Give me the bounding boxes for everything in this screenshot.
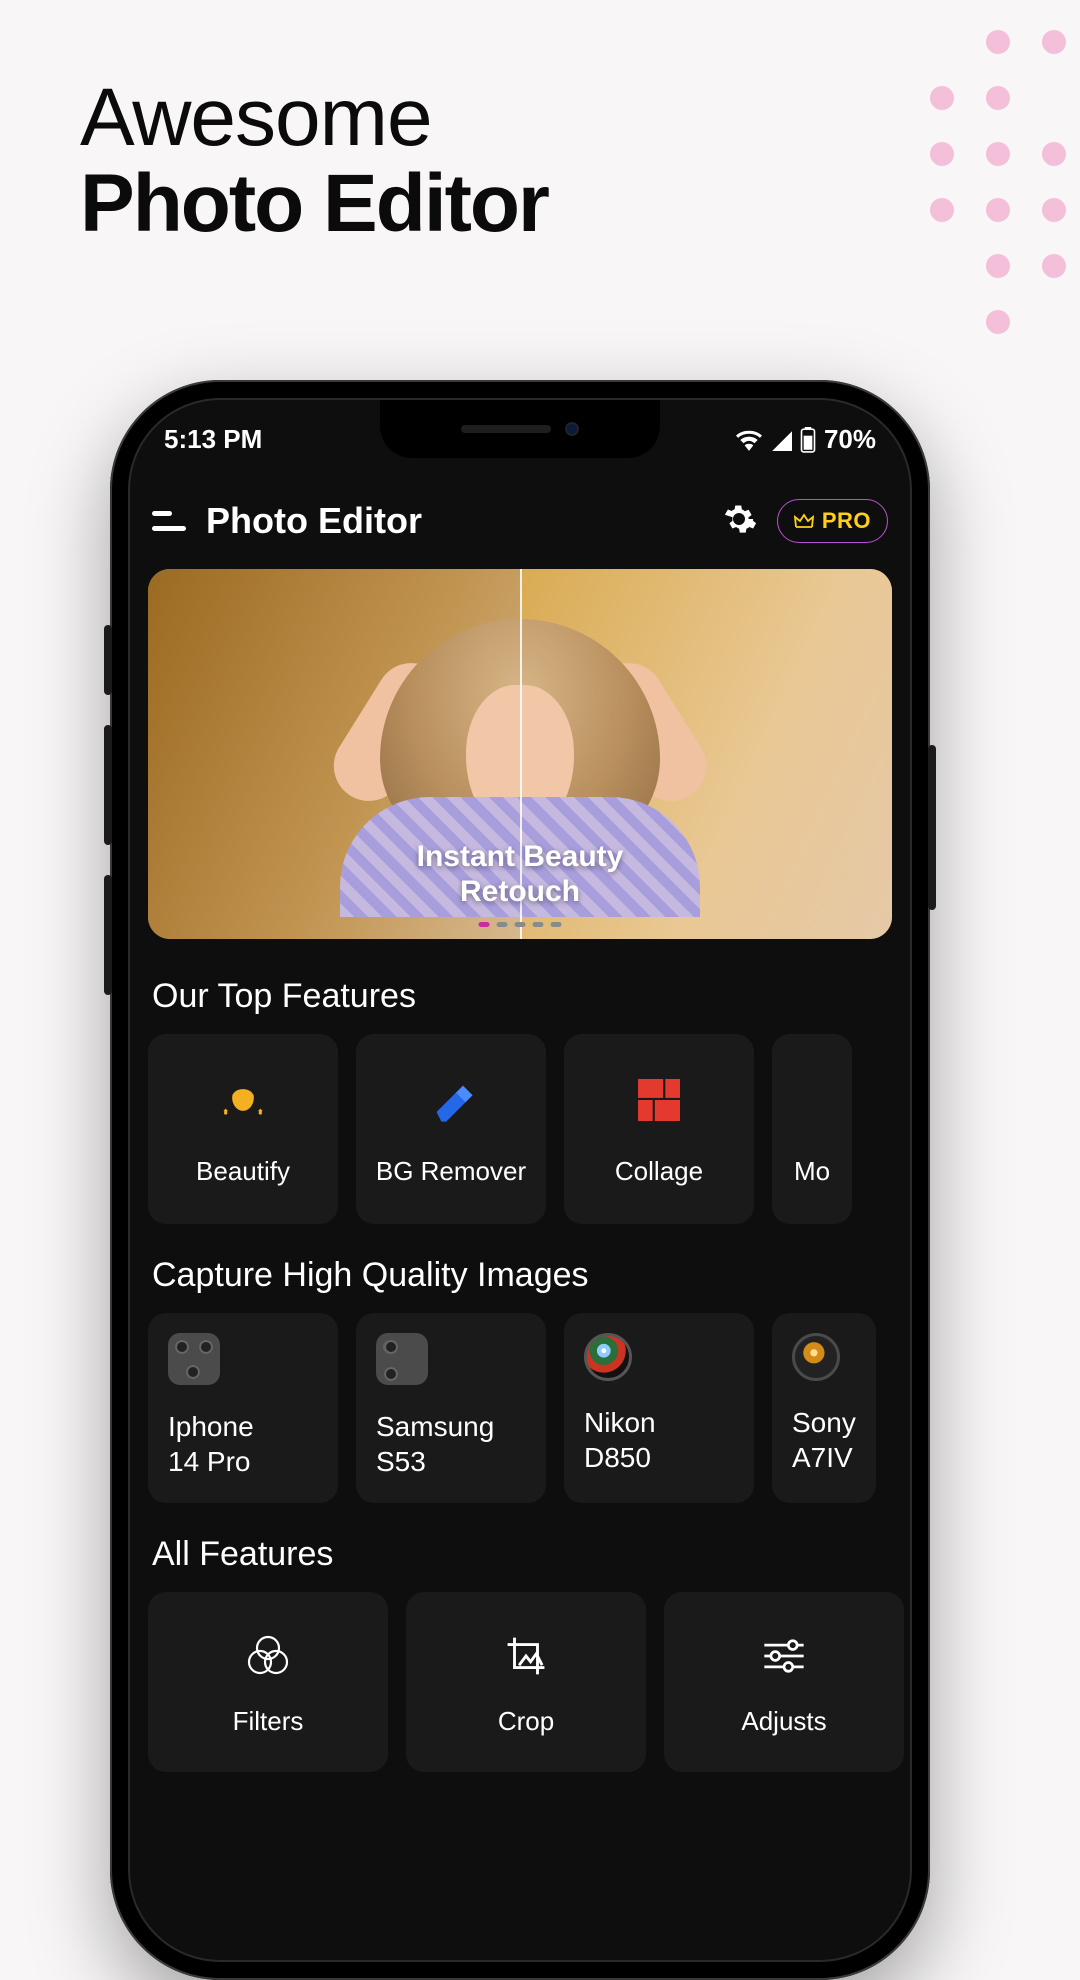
phone-mockup: 5:13 PM 70% Photo Editor PRO: [110, 380, 930, 1980]
feature-filters[interactable]: Filters: [148, 1592, 388, 1772]
eraser-icon: [427, 1072, 475, 1128]
signal-icon: [770, 429, 792, 451]
pro-button[interactable]: PRO: [777, 499, 888, 543]
adjusts-icon: [760, 1628, 808, 1684]
top-features-row: Beautify BG Remover Collage Mo: [130, 1034, 910, 1224]
camera-iphone[interactable]: Iphone14 Pro: [148, 1313, 338, 1503]
battery-icon: [800, 427, 816, 453]
section-capture: Capture High Quality Images: [130, 1224, 910, 1313]
camera-nikon[interactable]: NikonD850: [564, 1313, 754, 1503]
crop-icon: [503, 1628, 549, 1684]
feature-beautify[interactable]: Beautify: [148, 1034, 338, 1224]
carousel-indicator[interactable]: [479, 922, 562, 927]
all-features-row: Filters Crop Adjusts: [130, 1592, 910, 1772]
cameras-row: Iphone14 Pro SamsungS53 NikonD850 SonyA7…: [130, 1313, 910, 1503]
camera-samsung[interactable]: SamsungS53: [356, 1313, 546, 1503]
nikon-lens-icon: [584, 1333, 632, 1381]
hero-title: Instant Beauty Retouch: [148, 840, 892, 909]
phone-notch: [380, 400, 660, 458]
settings-icon[interactable]: [721, 501, 757, 542]
hero-banner[interactable]: Instant Beauty Retouch: [148, 569, 892, 939]
camera-sony[interactable]: SonyA7IV: [772, 1313, 876, 1503]
headline-line2: Photo Editor: [80, 161, 548, 247]
feature-adjusts[interactable]: Adjusts: [664, 1592, 904, 1772]
battery-percent: 70%: [824, 424, 876, 455]
collage-icon: [638, 1072, 680, 1128]
feature-more[interactable]: Mo: [772, 1034, 852, 1224]
section-all-features: All Features: [130, 1503, 910, 1592]
iphone-camera-icon: [168, 1333, 220, 1385]
samsung-camera-icon: [376, 1333, 428, 1385]
section-top-features: Our Top Features: [130, 945, 910, 1034]
wifi-icon: [736, 429, 762, 451]
crown-icon: [794, 513, 814, 529]
app-title: Photo Editor: [206, 500, 701, 542]
pro-label: PRO: [822, 508, 871, 534]
promo-headline: Awesome Photo Editor: [80, 75, 548, 247]
menu-icon[interactable]: [152, 511, 186, 531]
status-time: 5:13 PM: [164, 424, 262, 455]
sony-lens-icon: [792, 1333, 840, 1381]
headline-line1: Awesome: [80, 72, 432, 163]
decorative-dots: [930, 30, 1060, 328]
feature-crop[interactable]: Crop: [406, 1592, 646, 1772]
beautify-icon: [217, 1072, 269, 1128]
app-header: Photo Editor PRO: [130, 463, 910, 563]
feature-bg-remover[interactable]: BG Remover: [356, 1034, 546, 1224]
filters-icon: [244, 1628, 292, 1684]
feature-collage[interactable]: Collage: [564, 1034, 754, 1224]
